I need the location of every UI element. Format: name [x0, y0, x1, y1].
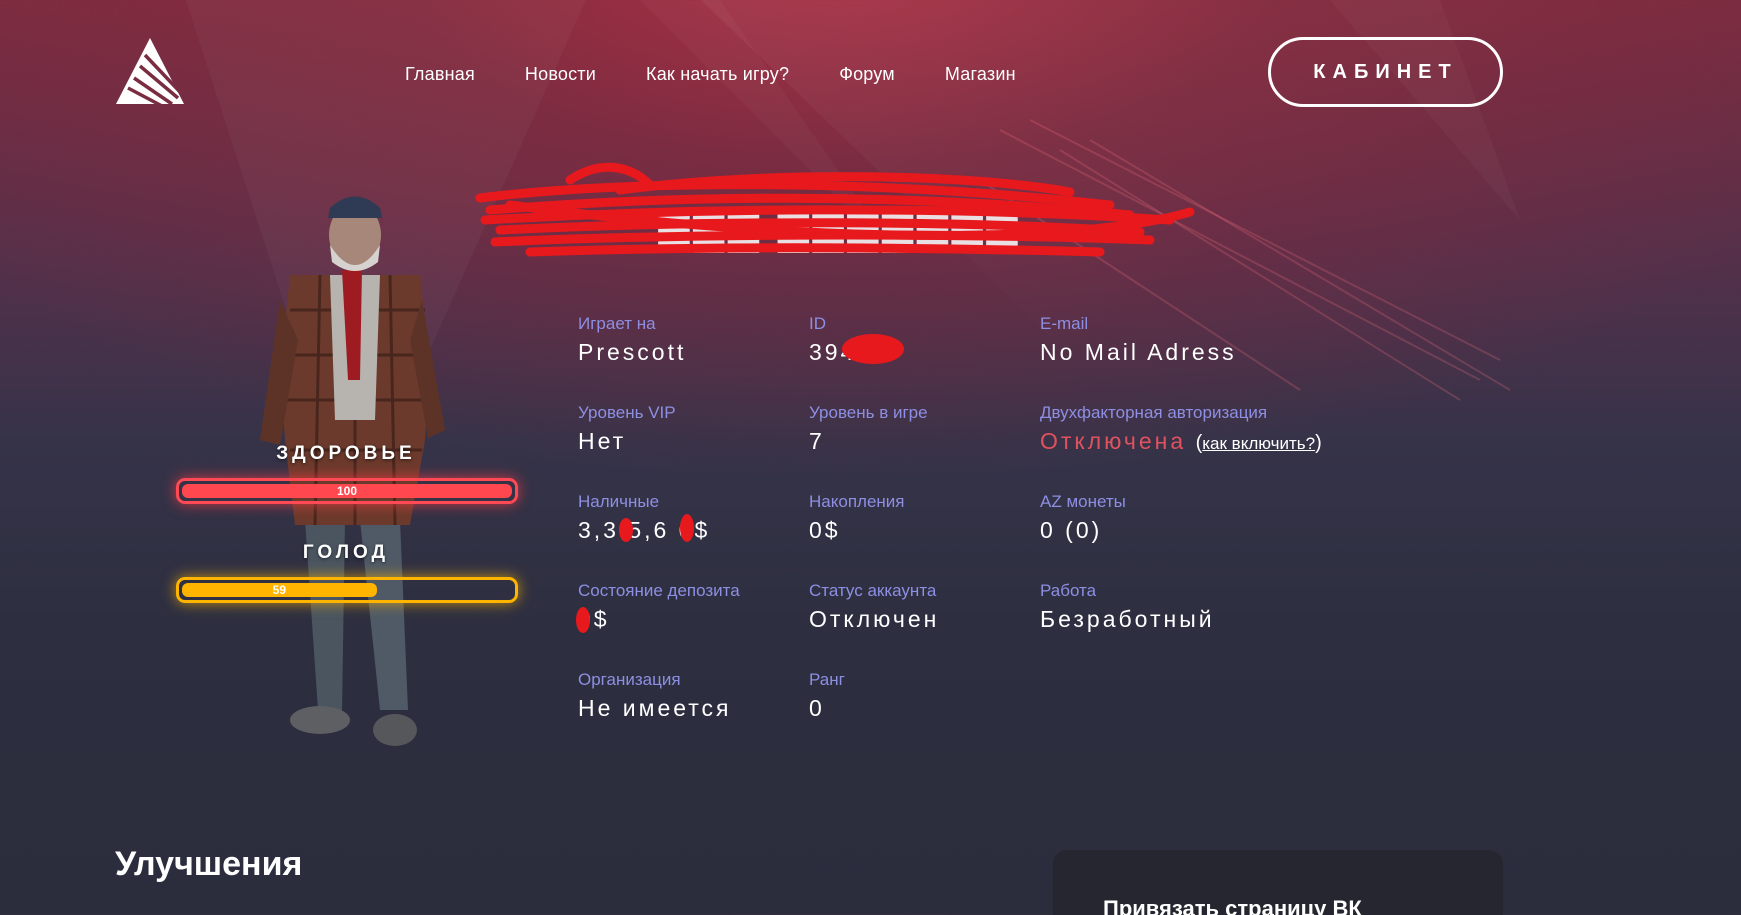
hunger-bar-fill: 59 — [182, 583, 377, 597]
stat-value: Нет — [578, 428, 627, 454]
stat-value: Не имеется — [578, 695, 732, 721]
nav-shop[interactable]: Магазин — [945, 62, 1016, 86]
stat-job: Работа Безработный — [1040, 581, 1215, 633]
paren-close: ) — [1315, 432, 1322, 454]
stat-organization: Организация Не имеется — [578, 670, 732, 722]
health-title: ЗДОРОВЬЕ — [276, 443, 416, 464]
stat-label: E-mail — [1040, 314, 1089, 333]
stat-level: Уровень в игре 7 — [809, 403, 928, 455]
stat-email: E-mail No Mail Adress — [1040, 314, 1237, 366]
id-redaction — [842, 334, 904, 364]
stat-value: Отключена (как включить?) — [1040, 427, 1322, 458]
stat-value: 0$ — [578, 606, 610, 632]
cash-redaction-1 — [619, 518, 633, 542]
stat-deposit: Состояние депозита 0$ — [578, 581, 740, 633]
stat-server: Играет на Prescott — [578, 314, 686, 366]
nav-news[interactable]: Новости — [525, 62, 596, 86]
stat-label: AZ монеты — [1040, 492, 1126, 511]
hunger-value: 59 — [272, 583, 287, 597]
stat-label: Накопления — [809, 492, 905, 511]
stat-label: Уровень в игре — [809, 403, 928, 422]
stat-label: Двухфакторная авторизация — [1040, 403, 1268, 422]
nav-forum[interactable]: Форум — [839, 62, 895, 86]
stat-label: Статус аккаунта — [809, 581, 937, 600]
stat-label: Работа — [1040, 581, 1097, 600]
stat-label: Состояние депозита — [578, 581, 740, 600]
stat-value: 0$ — [809, 517, 841, 543]
stat-value: 0 (0) — [1040, 517, 1103, 543]
cabinet-button[interactable]: КАБИНЕТ — [1268, 37, 1503, 107]
stat-vip: Уровень VIP Нет — [578, 403, 676, 455]
stat-rank: Ранг 0 — [809, 670, 845, 722]
hunger-bar: 59 — [176, 577, 518, 603]
stat-value: Безработный — [1040, 606, 1215, 632]
health-bar: 100 — [176, 478, 518, 504]
player-character-image — [260, 196, 445, 746]
deposit-redaction — [576, 607, 590, 633]
stat-value: 7 — [809, 428, 825, 454]
cash-redaction-2 — [680, 514, 694, 542]
brand-logo-icon[interactable] — [114, 36, 186, 108]
upgrades-title: Улучшения — [115, 845, 303, 883]
stat-value: No Mail Adress — [1040, 339, 1237, 365]
nav-home[interactable]: Главная — [405, 62, 475, 86]
stat-savings: Накопления 0$ — [809, 492, 904, 544]
link-vk-label[interactable]: Привязать страницу ВК — [1103, 896, 1362, 915]
link-vk-card[interactable]: Привязать страницу ВК — [1053, 850, 1503, 915]
stat-value: 0 — [809, 695, 825, 721]
stat-account-status: Статус аккаунта Отключен — [809, 581, 939, 633]
two-factor-status: Отключена — [1040, 428, 1187, 454]
stat-label: ID — [809, 314, 826, 333]
stat-value: Отключен — [809, 606, 940, 632]
stat-value: Prescott — [578, 339, 687, 365]
nav-how-to-start[interactable]: Как начать игру? — [646, 62, 789, 86]
redaction-scribble — [475, 162, 1195, 257]
stat-label: Уровень VIP — [578, 403, 676, 422]
main-nav: Главная Новости Как начать игру? Форум М… — [405, 62, 1066, 86]
how-to-enable-link[interactable]: как включить? — [1202, 434, 1315, 453]
health-value: 100 — [336, 484, 358, 498]
hunger-title: ГОЛОД — [302, 542, 390, 563]
stat-label: Играет на — [578, 314, 656, 333]
health-bar-fill: 100 — [182, 484, 512, 498]
stat-two-factor: Двухфакторная авторизация Отключена (как… — [1040, 403, 1322, 458]
stat-label: Наличные — [578, 492, 660, 511]
stat-label: Ранг — [809, 670, 845, 689]
stat-label: Организация — [578, 670, 681, 689]
stat-az-coins: AZ монеты 0 (0) — [1040, 492, 1126, 544]
